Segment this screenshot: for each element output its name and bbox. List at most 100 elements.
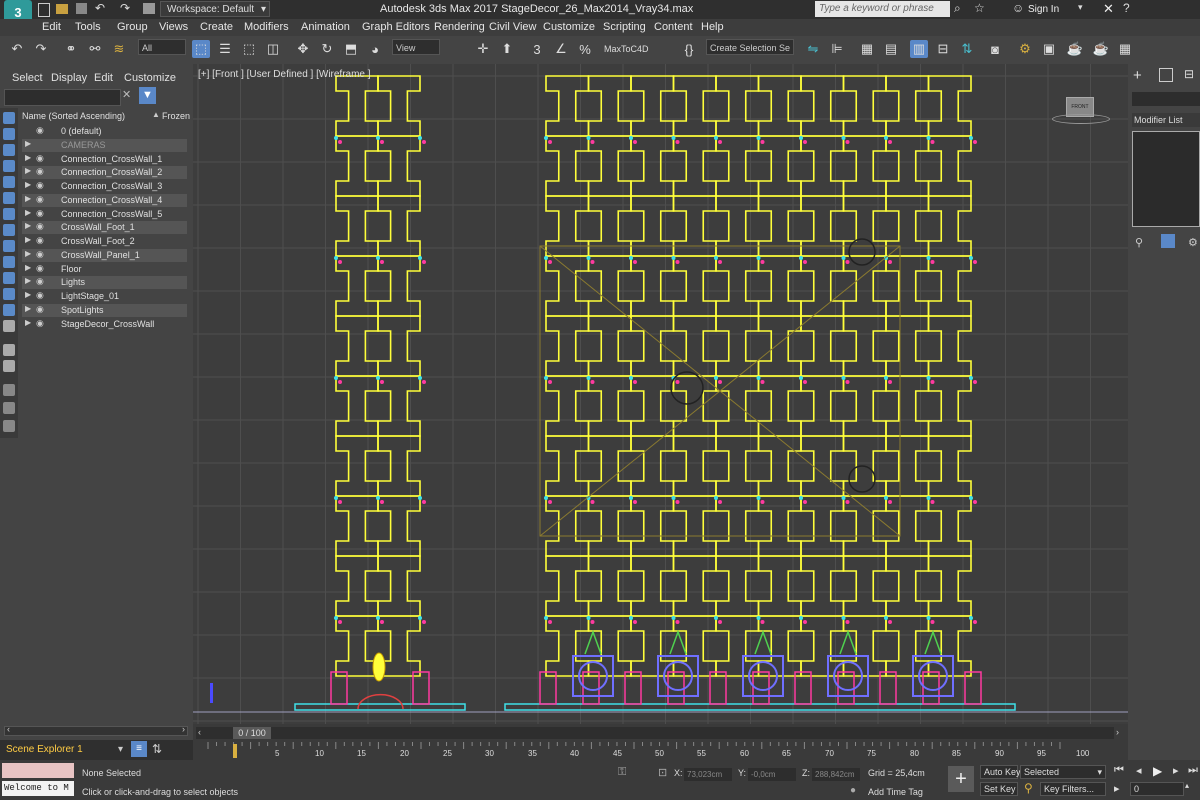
snaps-toggle-icon[interactable]: 3: [528, 40, 546, 58]
render-setup-icon[interactable]: ⚙: [1016, 40, 1034, 58]
menu-customize[interactable]: Customize: [543, 21, 595, 33]
groups-filter-icon[interactable]: [3, 240, 15, 252]
expand-icon[interactable]: ▶: [25, 166, 31, 175]
toolbar-more-icon[interactable]: ▦: [1116, 40, 1134, 58]
create-selection-set-dropdown[interactable]: Create Selection Se: [706, 39, 794, 55]
close-icon[interactable]: ✕: [1103, 1, 1114, 17]
layer-explorer-icon[interactable]: ▦: [858, 40, 876, 58]
horizontal-scrollbar[interactable]: ‹ ›: [4, 724, 188, 736]
set-key-button[interactable]: Set Key: [980, 782, 1018, 796]
expand-icon[interactable]: ▶: [25, 304, 31, 313]
sign-in-link[interactable]: Sign In: [1028, 4, 1059, 15]
key-mode-dropdown[interactable]: Selected ▾: [1020, 765, 1106, 779]
expand-icon[interactable]: ▶: [25, 180, 31, 189]
menu-content[interactable]: Content: [654, 21, 693, 33]
align-icon[interactable]: ⊫: [828, 40, 846, 58]
menu-group[interactable]: Group: [117, 21, 148, 33]
search-input[interactable]: Type a keyword or phrase: [815, 1, 950, 17]
list-item[interactable]: ▶ ◉ Connection_CrossWall_1: [22, 153, 187, 166]
pin-stack-icon[interactable]: ⚲: [1135, 236, 1143, 249]
list-item[interactable]: ▶ ◉ Lights: [22, 276, 187, 289]
angle-snap-icon[interactable]: ∠: [552, 40, 570, 58]
layer-sort-icon[interactable]: [3, 420, 15, 432]
eye-icon[interactable]: ◉: [36, 318, 44, 329]
time-slider-thumb[interactable]: 0 / 100: [233, 727, 271, 739]
eye-icon[interactable]: ◉: [36, 304, 44, 315]
next-frame-icon[interactable]: ▸: [1173, 764, 1179, 777]
window-crossing-icon[interactable]: ◫: [264, 40, 282, 58]
select-by-name-icon[interactable]: ☰: [216, 40, 234, 58]
render-production-icon[interactable]: ☕: [1066, 40, 1084, 58]
list-item[interactable]: ▶ ◉ CrossWall_Foot_1: [22, 221, 187, 234]
find-icon[interactable]: [3, 384, 15, 396]
go-to-end-icon[interactable]: ⏭: [1188, 764, 1198, 777]
key-tangent-icon[interactable]: ⚲: [1024, 781, 1033, 795]
menu-civil-view[interactable]: Civil View: [489, 21, 536, 33]
set-key-big-icon[interactable]: +: [948, 766, 974, 792]
invert-filter-icon[interactable]: [3, 360, 15, 372]
eye-icon[interactable]: ◉: [36, 208, 44, 219]
quick-open-icon[interactable]: [56, 4, 68, 14]
list-item[interactable]: ▶ ◉ CrossWall_Panel_1: [22, 249, 187, 262]
expand-icon[interactable]: ▶: [25, 194, 31, 203]
list-item[interactable]: ▶ ◉ CrossWall_Foot_2: [22, 235, 187, 248]
scene-explorer-selector[interactable]: Scene Explorer 1 ▾: [0, 740, 193, 760]
maxscript-listener[interactable]: Welcome to M: [2, 781, 74, 796]
menu-views[interactable]: Views: [159, 21, 188, 33]
clear-filter-icon[interactable]: ✕: [122, 88, 131, 101]
quick-redo-icon[interactable]: ↷: [120, 1, 130, 15]
quick-undo-icon[interactable]: ↶: [95, 1, 105, 15]
containers-filter-icon[interactable]: [3, 288, 15, 300]
menu-create[interactable]: Create: [200, 21, 233, 33]
viewport-label[interactable]: [+] [Front ] [User Defined ] [Wireframe …: [198, 69, 371, 80]
absolute-mode-icon[interactable]: ⊡: [658, 766, 667, 779]
rotate-icon[interactable]: ↻: [318, 40, 336, 58]
play-icon[interactable]: ▶: [1153, 764, 1162, 778]
list-item[interactable]: ◉ 0 (default): [22, 125, 187, 138]
user-icon[interactable]: ☺: [1012, 1, 1024, 15]
scroll-right-icon[interactable]: ›: [182, 724, 185, 734]
eye-icon[interactable]: ◉: [36, 263, 44, 274]
render-iterative-icon[interactable]: ☕: [1092, 40, 1110, 58]
selection-filter-dropdown[interactable]: All: [138, 39, 186, 55]
expand-icon[interactable]: ▶: [25, 290, 31, 299]
expand-icon[interactable]: ▶: [25, 208, 31, 217]
sign-in-arrow-icon[interactable]: ▾: [1078, 2, 1083, 13]
all-filter-icon[interactable]: [3, 344, 15, 356]
curve-editor-icon[interactable]: ⊟: [934, 40, 952, 58]
key-mode-toggle-icon[interactable]: ▸: [1114, 782, 1120, 795]
tab-select[interactable]: Select: [12, 72, 43, 84]
reference-coord-dropdown[interactable]: View: [392, 39, 440, 55]
eye-icon[interactable]: ◉: [36, 249, 44, 260]
eye-icon[interactable]: ◉: [36, 194, 44, 205]
auto-key-button[interactable]: Auto Key: [980, 765, 1021, 779]
mirror-icon[interactable]: ⇋: [804, 40, 822, 58]
shapes-filter-icon[interactable]: [3, 160, 15, 172]
display-all-icon[interactable]: [3, 128, 15, 140]
object-name-field[interactable]: [1132, 92, 1200, 106]
move-icon[interactable]: ✥: [294, 40, 312, 58]
y-coordinate-field[interactable]: -0,0cm: [748, 768, 796, 781]
expand-icon[interactable]: ▶: [25, 318, 31, 327]
lights-filter-icon[interactable]: [3, 176, 15, 188]
quick-save-icon[interactable]: [76, 3, 87, 14]
eye-icon[interactable]: ◉: [36, 290, 44, 301]
bind-space-warp-icon[interactable]: ≋: [110, 40, 128, 58]
pivot-center-icon[interactable]: ✛: [474, 40, 492, 58]
x-coordinate-field[interactable]: 73,023cm: [684, 768, 732, 781]
space-warps-filter-icon[interactable]: [3, 224, 15, 236]
schematic-view-icon[interactable]: ⇅: [958, 40, 976, 58]
filter-funnel-icon[interactable]: [3, 402, 15, 414]
list-item[interactable]: ▶ ◉ Connection_CrossWall_3: [22, 180, 187, 193]
filter-toggle-icon[interactable]: ▼: [139, 87, 156, 104]
xrefs-filter-icon[interactable]: [3, 256, 15, 268]
expand-icon[interactable]: ▶: [25, 263, 31, 272]
workspace-dropdown[interactable]: Workspace: Default ▾: [160, 1, 270, 17]
expand-icon[interactable]: ▶: [25, 235, 31, 244]
bones-filter-icon[interactable]: [3, 272, 15, 284]
material-editor-icon[interactable]: ◙: [986, 40, 1004, 58]
expand-icon[interactable]: ▶: [25, 249, 31, 258]
link-icon[interactable]: ⚭: [62, 40, 80, 58]
expand-icon[interactable]: ▶: [25, 276, 31, 285]
list-item[interactable]: ▶ ◉ Connection_CrossWall_4: [22, 194, 187, 207]
